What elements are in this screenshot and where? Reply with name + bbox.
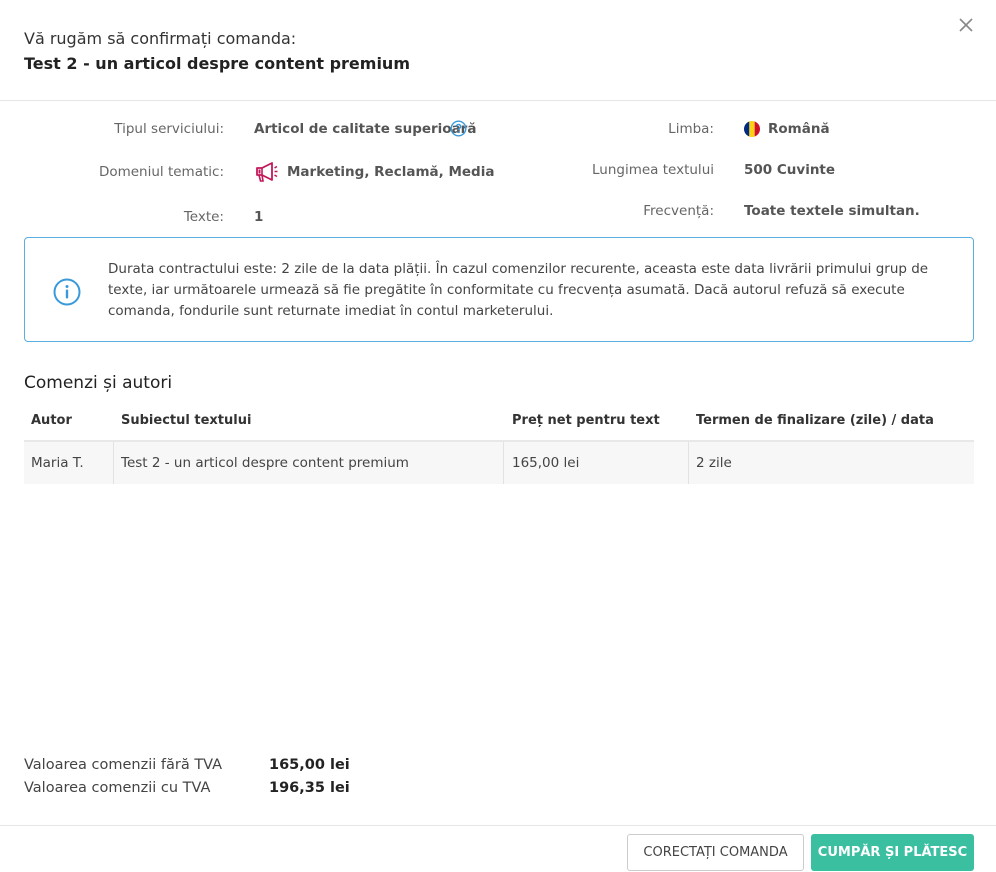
service-type-label: Tipul serviciului:	[114, 121, 224, 137]
correct-order-button[interactable]: CORECTAȚI COMANDA	[627, 834, 804, 871]
domain-value: Marketing, Reclamă, Media	[287, 164, 495, 180]
service-type-value: Articol de calitate superioară	[254, 121, 477, 137]
cell-author: Maria T.	[31, 455, 84, 471]
column-header-subject: Subiectul textului	[121, 413, 252, 428]
frequency-label: Frecvență:	[643, 203, 714, 219]
confirm-order-modal: Vă rugăm să confirmați comanda: Test 2 -…	[0, 0, 996, 872]
column-header-deadline: Termen de finalizare (zile) / data	[696, 413, 934, 428]
language-value: Română	[768, 121, 830, 137]
cell-divider	[503, 442, 504, 484]
gross-total-value: 196,35 lei	[269, 780, 350, 796]
length-value: 500 Cuvinte	[744, 162, 836, 178]
texts-label: Texte:	[183, 209, 224, 225]
contract-info-box: Durata contractului este: 2 zile de la d…	[24, 237, 974, 342]
megaphone-icon	[256, 162, 278, 182]
texts-value: 1	[254, 209, 264, 225]
modal-subtitle: Test 2 - un articol despre content premi…	[24, 54, 410, 73]
romania-flag-icon	[744, 121, 760, 137]
close-icon[interactable]	[955, 14, 977, 36]
info-icon	[53, 278, 81, 306]
net-total-label: Valoarea comenzii fără TVA	[24, 757, 223, 773]
cell-subject: Test 2 - un articol despre content premi…	[121, 455, 409, 471]
domain-label: Domeniul tematic:	[98, 164, 224, 180]
cell-price: 165,00 lei	[512, 455, 580, 471]
column-header-author: Autor	[31, 413, 72, 428]
column-header-price: Preț net pentru text	[512, 413, 660, 428]
gross-total-label: Valoarea comenzii cu TVA	[24, 780, 211, 796]
frequency-value: Toate textele simultan.	[744, 203, 920, 219]
cell-divider	[113, 442, 114, 484]
length-label: Lungimea textului	[592, 162, 714, 178]
buy-and-pay-button[interactable]: CUMPĂR ȘI PLĂTESC	[811, 834, 974, 871]
cell-divider	[688, 442, 689, 484]
modal-header: Vă rugăm să confirmați comanda: Test 2 -…	[0, 0, 996, 101]
orders-section-title: Comenzi și autori	[24, 373, 173, 393]
contract-info-text: Durata contractului este: 2 zile de la d…	[108, 261, 929, 319]
table-row: Maria T. Test 2 - un articol despre cont…	[24, 442, 974, 484]
modal-title: Vă rugăm să confirmați comanda:	[24, 29, 297, 48]
footer-divider	[0, 825, 996, 826]
question-circle-icon[interactable]	[450, 120, 467, 137]
language-label: Limba:	[668, 121, 714, 137]
net-total-value: 165,00 lei	[269, 757, 350, 773]
cell-deadline: 2 zile	[696, 455, 732, 471]
